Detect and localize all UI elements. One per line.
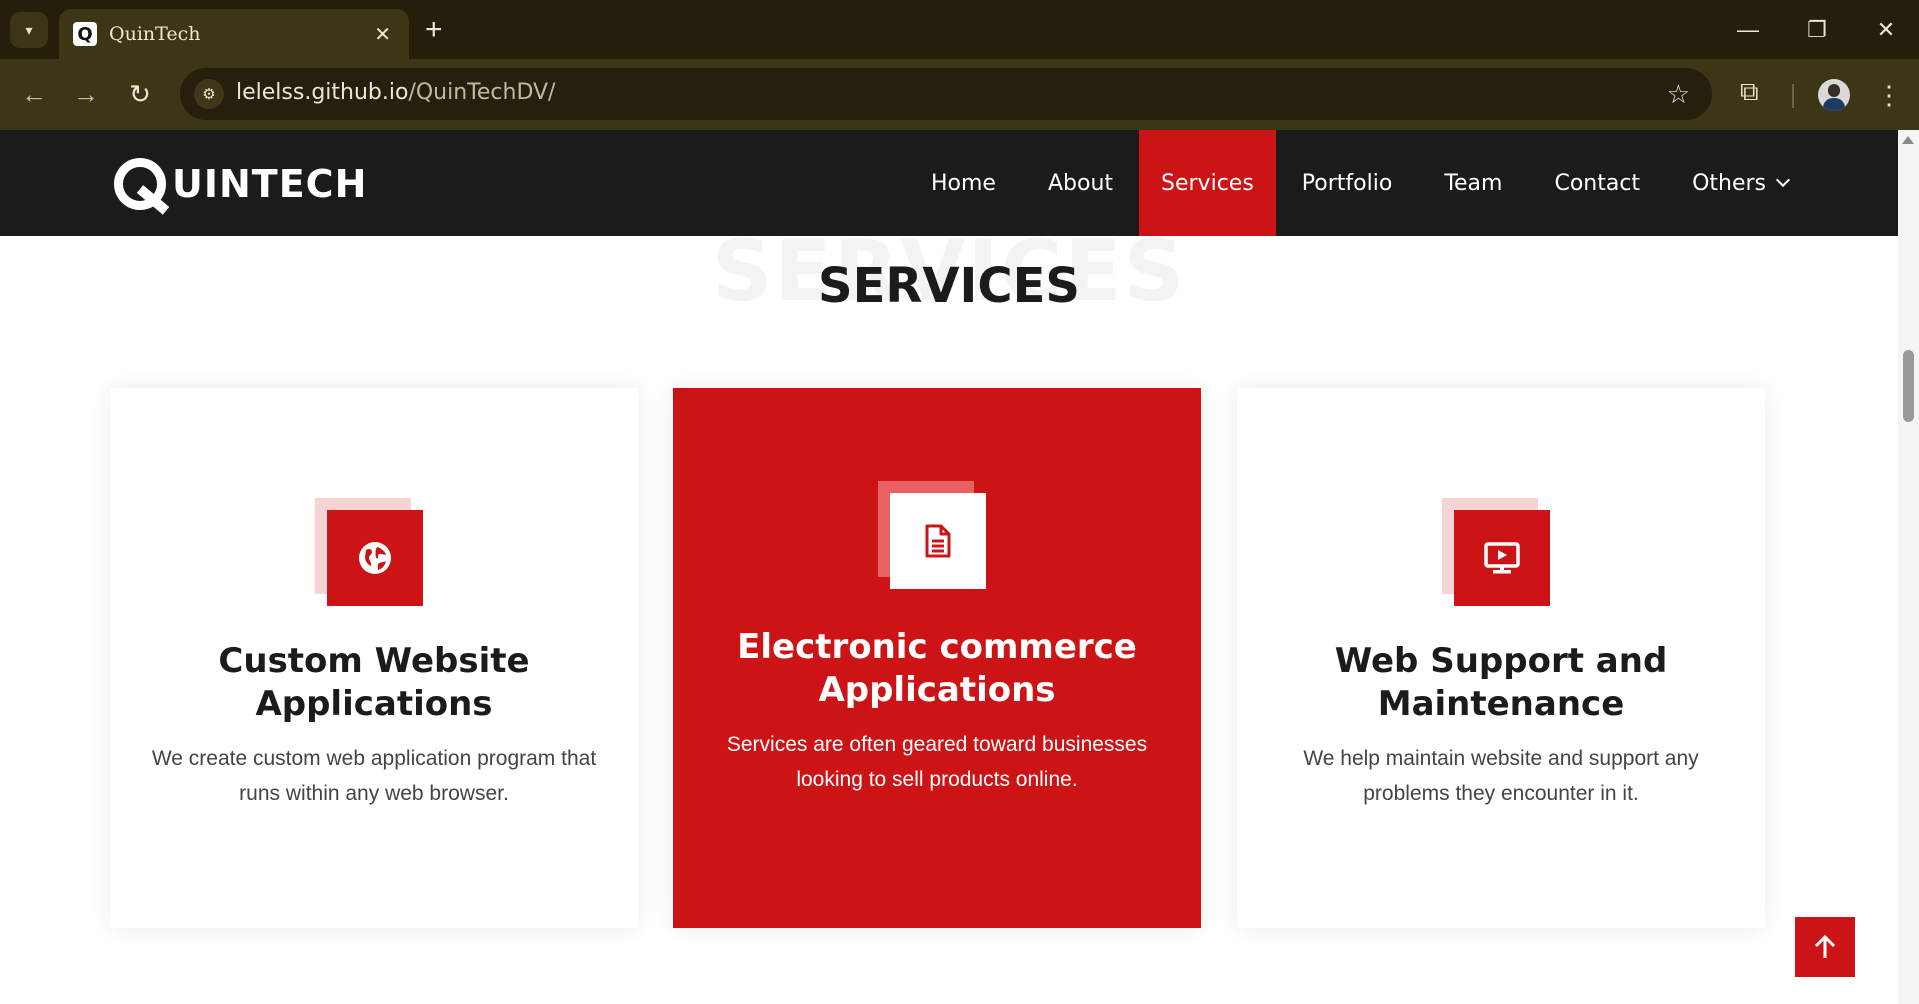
chevron-down-icon: ▾ bbox=[25, 21, 33, 38]
extensions-puzzle-icon[interactable]: ⧉ bbox=[1740, 76, 1759, 108]
nav-contact[interactable]: Contact bbox=[1528, 130, 1666, 236]
scrollbar-thumb[interactable] bbox=[1903, 350, 1914, 422]
tab-close-icon[interactable]: ✕ bbox=[374, 22, 391, 47]
avatar-body bbox=[1823, 98, 1845, 111]
nav-about[interactable]: About bbox=[1022, 130, 1139, 236]
service-description: We create custom web application program… bbox=[151, 747, 597, 805]
chevron-down-icon bbox=[1775, 172, 1791, 188]
tab-title: QuinTech bbox=[109, 23, 201, 45]
scroll-up-arrow-icon[interactable] bbox=[1902, 136, 1914, 144]
site-info-icon[interactable]: ⚙ bbox=[194, 79, 224, 109]
document-icon bbox=[925, 524, 951, 558]
address-bar[interactable]: ⚙ lelelss.github.io/QuinTechDV/ ☆ bbox=[180, 68, 1712, 120]
service-title: Web Support and Maintenance bbox=[1334, 641, 1668, 724]
nav-menu: Home About Services Portfolio Team Conta… bbox=[905, 130, 1814, 236]
nav-others-label: Others bbox=[1692, 170, 1766, 196]
profile-avatar[interactable] bbox=[1818, 79, 1850, 111]
browser-menu-icon[interactable]: ⋮ bbox=[1876, 78, 1902, 112]
service-description: Services are often geared toward busines… bbox=[726, 733, 1148, 791]
service-title: Custom Website Applications bbox=[218, 641, 530, 724]
site-navbar: UINTECH Home About Services Portfolio Te… bbox=[0, 130, 1898, 236]
favicon-icon: Q bbox=[73, 22, 97, 46]
reload-icon[interactable]: ↻ bbox=[122, 76, 158, 112]
service-card-web-support[interactable]: Web Support and Maintenance We help main… bbox=[1237, 388, 1765, 928]
service-icon-box bbox=[1442, 498, 1550, 606]
arrow-up-icon bbox=[1814, 934, 1836, 958]
back-arrow-icon[interactable]: ← bbox=[16, 76, 52, 112]
nav-team[interactable]: Team bbox=[1418, 130, 1528, 236]
nav-home[interactable]: Home bbox=[905, 130, 1022, 236]
service-card-custom-website[interactable]: Custom Website Applications We create cu… bbox=[110, 388, 638, 928]
minimize-icon[interactable]: — bbox=[1728, 12, 1768, 48]
logo-q-icon bbox=[110, 154, 174, 215]
window-close-icon[interactable]: ✕ bbox=[1866, 12, 1906, 48]
globe-icon bbox=[359, 542, 391, 574]
nav-portfolio[interactable]: Portfolio bbox=[1276, 130, 1419, 236]
url-path: /QuinTechDV/ bbox=[408, 80, 556, 105]
nav-others[interactable]: Others bbox=[1666, 130, 1814, 236]
browser-tab-bar: ▾ Q QuinTech ✕ + — ❐ ✕ bbox=[0, 0, 1919, 59]
site-logo[interactable]: UINTECH bbox=[110, 154, 368, 215]
browser-tab[interactable]: Q QuinTech ✕ bbox=[59, 9, 409, 59]
forward-arrow-icon[interactable]: → bbox=[68, 76, 104, 112]
restore-icon[interactable]: ❐ bbox=[1797, 12, 1837, 48]
logo-text: UINTECH bbox=[172, 162, 368, 206]
avatar-head bbox=[1828, 84, 1840, 97]
service-icon-box bbox=[878, 481, 986, 589]
page-scrollbar[interactable] bbox=[1898, 130, 1919, 1004]
toolbar-divider bbox=[1792, 84, 1794, 108]
service-icon-box bbox=[315, 498, 423, 606]
bookmark-star-icon[interactable]: ☆ bbox=[1667, 78, 1690, 110]
new-tab-button[interactable]: + bbox=[425, 12, 443, 48]
back-to-top-button[interactable] bbox=[1795, 917, 1855, 977]
url-host: lelelss.github.io bbox=[236, 80, 409, 105]
nav-services[interactable]: Services bbox=[1139, 130, 1276, 236]
url-text[interactable]: lelelss.github.io/QuinTechDV/ bbox=[236, 80, 555, 105]
browser-toolbar: ← → ↻ ⚙ lelelss.github.io/QuinTechDV/ ☆ bbox=[0, 59, 1919, 130]
tab-search-button[interactable]: ▾ bbox=[10, 12, 48, 48]
service-title: Electronic commerce Applications bbox=[737, 627, 1137, 710]
service-description: We help maintain website and support any… bbox=[1303, 747, 1699, 805]
monitor-play-icon bbox=[1484, 542, 1520, 574]
page-viewport: UINTECH Home About Services Portfolio Te… bbox=[0, 130, 1898, 1004]
section-title: SERVICES bbox=[818, 258, 1080, 314]
service-card-ecommerce[interactable]: Electronic commerce Applications Service… bbox=[673, 388, 1201, 928]
